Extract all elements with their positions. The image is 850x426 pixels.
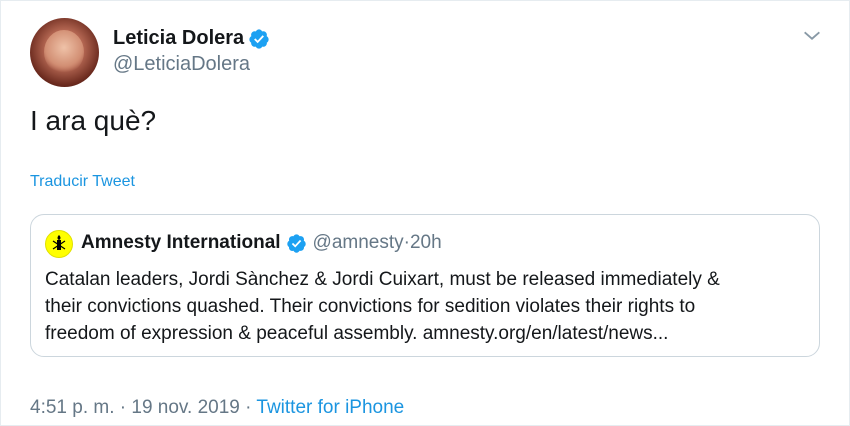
quoted-age[interactable]: 20h — [410, 232, 442, 254]
avatar[interactable] — [30, 18, 99, 87]
author-name-row[interactable]: Leticia Dolera — [113, 27, 270, 50]
verified-badge-icon — [249, 28, 269, 49]
tweet-text: I ara què? — [30, 105, 157, 136]
quoted-header: Amnesty International @amnesty · 20h — [81, 232, 442, 254]
quoted-author-handle[interactable]: @amnesty — [313, 232, 404, 254]
amnesty-candle-icon — [45, 230, 73, 258]
tweet-time[interactable]: 4:51 p. m. — [30, 397, 115, 418]
footer-separator: · — [114, 397, 132, 418]
translate-tweet-link[interactable]: Traducir Tweet — [30, 173, 135, 191]
quoted-text-line: their convictions quashed. Their convict… — [45, 296, 696, 317]
tweet-source-link[interactable]: Twitter for iPhone — [256, 397, 404, 418]
quoted-tweet[interactable]: Amnesty International @amnesty · 20h Cat… — [30, 214, 820, 357]
author-handle[interactable]: @LeticiaDolera — [113, 53, 250, 76]
quoted-text-line: freedom of expression & peaceful assembl… — [45, 323, 669, 344]
quoted-author-name[interactable]: Amnesty International — [81, 232, 281, 254]
quoted-text-line: Catalan leaders, Jordi Sànchez & Jordi C… — [45, 269, 720, 290]
quoted-text: Catalan leaders, Jordi Sànchez & Jordi C… — [45, 266, 805, 347]
author-name[interactable]: Leticia Dolera — [113, 27, 244, 50]
tweet-footer: 4:51 p. m. · 19 nov. 2019 · Twitter for … — [30, 397, 404, 419]
tweet-date[interactable]: 19 nov. 2019 — [131, 397, 239, 418]
footer-separator: · — [239, 397, 257, 418]
chevron-down-icon[interactable] — [801, 25, 823, 47]
tweet-card: Leticia Dolera @LeticiaDolera I ara què?… — [0, 0, 850, 426]
verified-badge-icon — [286, 233, 306, 253]
